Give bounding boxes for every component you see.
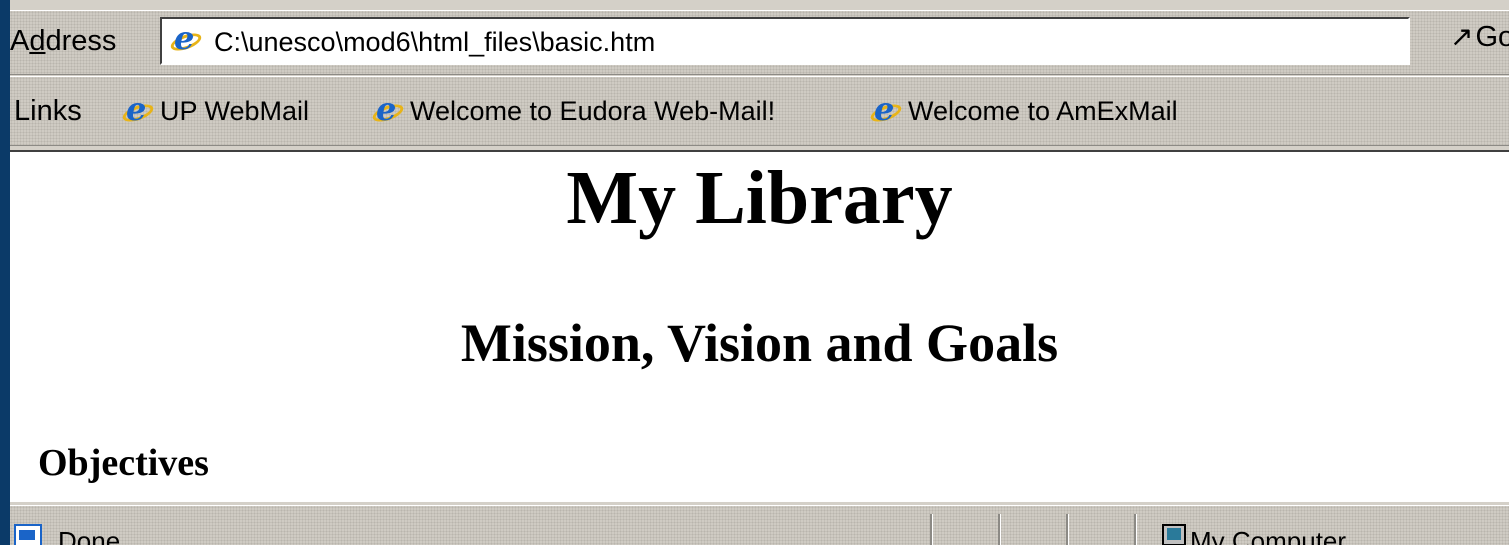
browser-window: Address e C:\unesco\mod6\html_files\basi… — [10, 0, 1509, 545]
link-amexmail[interactable]: e Welcome to AmExMail — [868, 91, 1178, 131]
page-icon — [14, 524, 42, 545]
ie-page-icon: e — [168, 22, 204, 59]
link-eudora-webmail[interactable]: e Welcome to Eudora Web-Mail! — [370, 91, 776, 131]
status-text: Done — [58, 526, 121, 545]
status-pane — [998, 514, 1060, 545]
link-label: UP WebMail — [160, 96, 310, 126]
links-label: Links — [14, 95, 82, 127]
page-title: My Library — [566, 156, 953, 240]
status-pane — [930, 514, 992, 545]
status-bar: Done My Computer — [10, 505, 1509, 545]
page-subtitle: Mission, Vision and Goals — [460, 313, 1059, 373]
ie-page-icon: e — [868, 93, 904, 130]
address-label: Address — [10, 25, 117, 57]
security-zone-text: My Computer — [1190, 526, 1347, 545]
address-bar: Address e C:\unesco\mod6\html_files\basi… — [10, 10, 1509, 75]
links-bar: Links e UP WebMail e Welcome to Eudora Web… — [10, 76, 1509, 146]
section-heading: Objectives — [38, 442, 209, 484]
go-button[interactable]: ↗Go — [1450, 23, 1509, 52]
ie-page-icon: e — [370, 93, 406, 130]
status-pane-main — [10, 514, 930, 545]
link-up-webmail[interactable]: e UP WebMail — [120, 91, 310, 131]
link-label: Welcome to AmExMail — [908, 96, 1178, 126]
address-url[interactable]: C:\unesco\mod6\html_files\basic.htm — [214, 29, 655, 56]
status-pane — [1066, 514, 1128, 545]
go-arrow-icon: ↗ — [1450, 21, 1474, 52]
computer-icon — [1162, 524, 1186, 545]
address-input[interactable]: e C:\unesco\mod6\html_files\basic.htm — [160, 17, 1410, 65]
ie-page-icon: e — [120, 93, 156, 130]
page-content: My Library Mission, Vision and Goals Obj… — [10, 150, 1509, 502]
link-label: Welcome to Eudora Web-Mail! — [410, 96, 776, 126]
go-label: Go — [1475, 21, 1509, 53]
